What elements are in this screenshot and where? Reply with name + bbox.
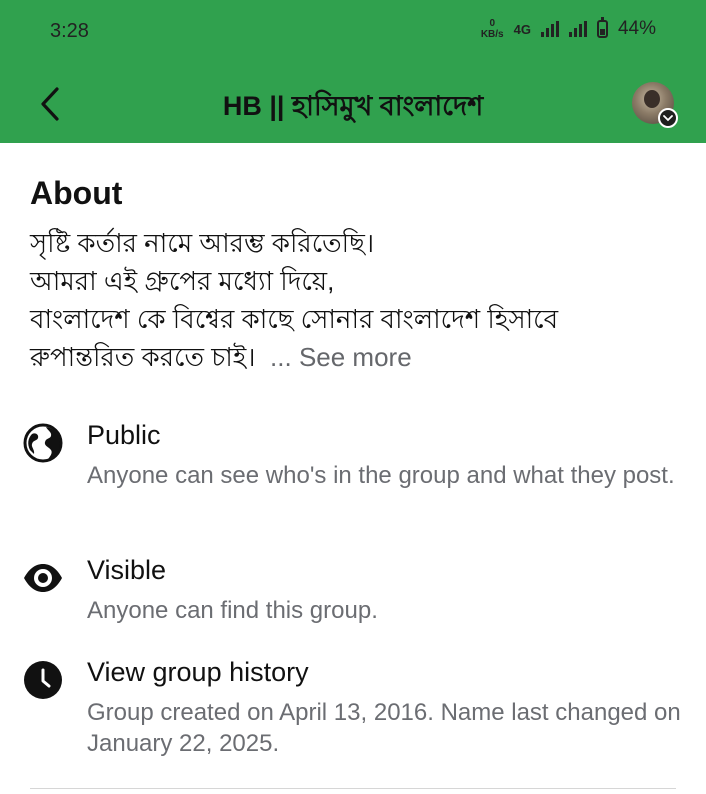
info-title: Public	[87, 420, 161, 450]
eye-icon	[22, 557, 64, 599]
about-description: সৃষ্টি কর্তার নামে আরম্ভ করিতেছি। আমরা এ…	[30, 224, 680, 376]
about-line-last: রুপান্তরিত করতে চাই। ... See more	[30, 338, 680, 376]
data-rate-value: 0	[489, 18, 495, 29]
chevron-down-icon	[658, 108, 678, 128]
app-bar: HB || হাসিমুখ বাংলাদেশ	[0, 66, 706, 143]
data-rate-unit: KB/s	[480, 29, 504, 40]
about-line: রুপান্তরিত করতে চাই।	[30, 342, 256, 372]
group-title: HB || হাসিমুখ বাংলাদেশ	[222, 91, 484, 121]
signal-icon	[540, 21, 559, 37]
about-line: সৃষ্টি কর্তার নামে আরম্ভ করিতেছি।	[30, 228, 375, 258]
about-heading: About	[30, 175, 123, 211]
divider	[30, 788, 676, 789]
battery-icon	[596, 17, 608, 38]
info-title: Visible	[87, 555, 167, 585]
chevron-left-icon	[41, 87, 59, 121]
info-description: Group created on April 13, 2016. Name la…	[87, 699, 681, 757]
about-line: বাংলাদেশ কে বিশ্বের কাছে সোনার বাংলাদেশ …	[30, 304, 559, 334]
about-section: About সৃষ্টি কর্তার নামে আরম্ভ করিতেছি। …	[30, 143, 680, 376]
battery-level	[599, 28, 605, 35]
signal-icon	[568, 21, 587, 37]
clock-icon	[22, 659, 64, 701]
profile-switcher[interactable]	[632, 82, 678, 128]
back-button[interactable]	[30, 84, 70, 124]
status-icons: 0 KB/s 4G 44%	[481, 17, 656, 40]
data-rate-indicator: 0 KB/s	[481, 18, 504, 40]
about-line: আমরা এই গ্রুপের মধ্যো দিয়ে,	[30, 266, 335, 296]
status-bar: 3:28 0 KB/s 4G 44%	[0, 0, 706, 66]
battery-percent: 44%	[617, 18, 656, 39]
see-more-link[interactable]: ... See more	[270, 342, 412, 372]
info-title: View group history	[87, 657, 309, 687]
info-description: Anyone can find this group.	[87, 597, 378, 624]
globe-icon	[22, 422, 64, 464]
info-description: Anyone can see who's in the group and wh…	[87, 462, 675, 489]
status-time: 3:28	[50, 20, 89, 42]
network-type: 4G	[513, 21, 531, 37]
